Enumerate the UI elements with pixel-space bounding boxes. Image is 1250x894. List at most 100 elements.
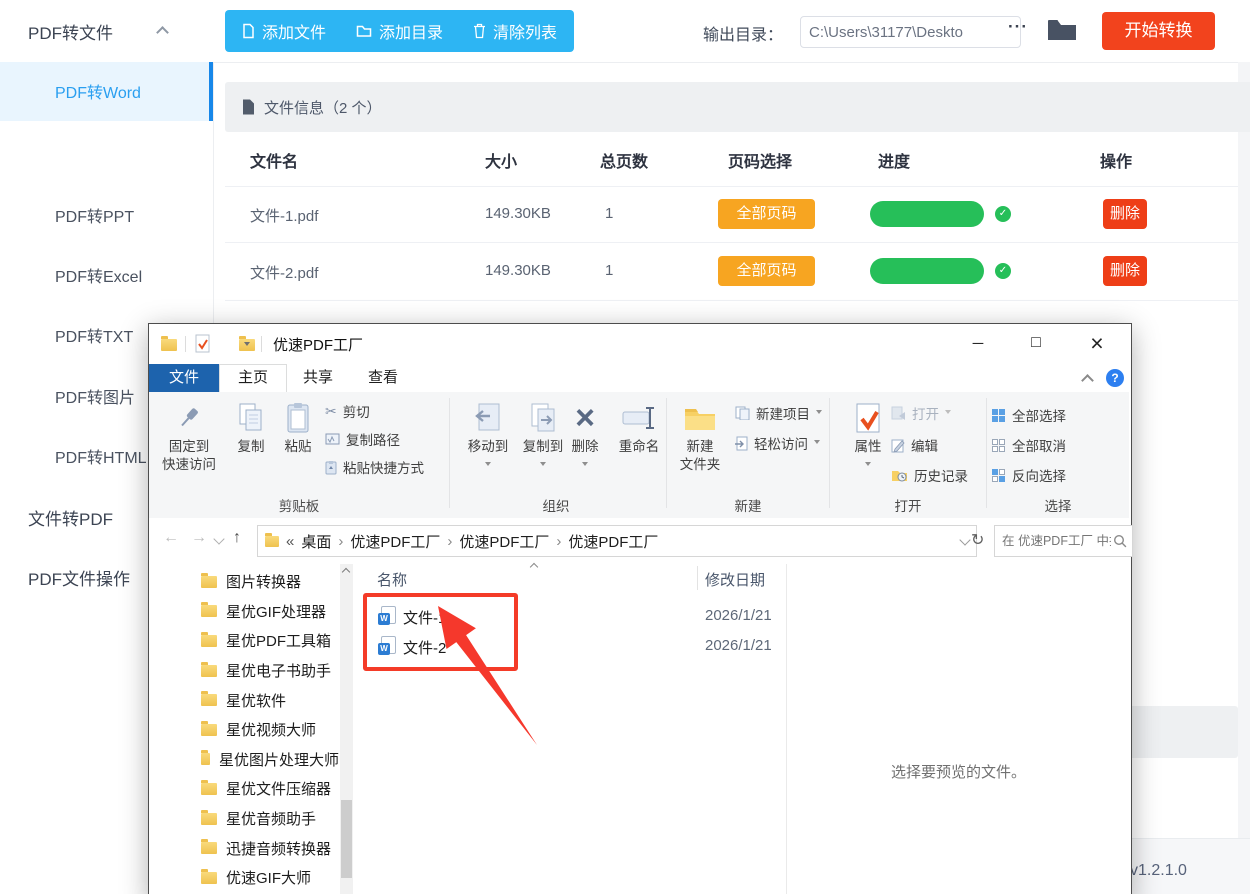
history-button[interactable]: 历史记录 <box>891 464 968 486</box>
properties-quickaccess-icon[interactable] <box>195 334 210 353</box>
delete-button[interactable]: 删除 <box>1103 256 1147 286</box>
rename-label: 重命名 <box>618 439 660 454</box>
delete-x-icon: × <box>575 399 595 437</box>
tree-item[interactable]: 星优音频助手 <box>149 804 339 834</box>
sidebar-group-file-to-pdf[interactable]: 文件转PDF <box>28 490 113 550</box>
paste-shortcut-button[interactable]: 粘贴快捷方式 <box>325 456 424 478</box>
pin-to-quickaccess-button[interactable]: 固定到 快速访问 <box>157 398 221 474</box>
new-item-label: 新建项目 <box>756 407 810 422</box>
explorer-titlebar[interactable]: 优速PDF工厂 ─ □ × <box>149 324 1129 364</box>
app-scrollbar[interactable] <box>1238 62 1250 838</box>
copy-icon <box>239 403 262 431</box>
tree-item[interactable]: 星优PDF工具箱 <box>149 626 339 656</box>
table-header-row: 文件名 大小 总页数 页码选择 进度 操作 <box>225 132 1238 187</box>
tree-item[interactable]: 星优文件压缩器 <box>149 774 339 804</box>
tree-item[interactable]: 星优视频大师 <box>149 715 339 745</box>
list-col-name[interactable]: 名称 <box>377 569 407 590</box>
edit-button[interactable]: 编辑 <box>891 434 938 456</box>
tree-item-label: 星优软件 <box>226 692 287 710</box>
breadcrumb-item[interactable]: 优速PDF工厂 <box>459 531 549 552</box>
breadcrumb-item[interactable]: 优速PDF工厂 <box>350 531 440 552</box>
address-input[interactable]: « 桌面 › 优速PDF工厂 › 优速PDF工厂 › 优速PDF工厂 <box>257 525 977 557</box>
open-icon <box>891 406 905 420</box>
tree-item[interactable]: 星优GIF处理器 <box>149 597 339 627</box>
col-pages: 总页数 <box>600 154 649 171</box>
add-folder-button[interactable]: 添加目录 <box>356 19 443 43</box>
breadcrumb-root[interactable]: 桌面 <box>301 531 331 552</box>
tree-item[interactable]: 星优电子书助手 <box>149 656 339 686</box>
tree-item[interactable]: 星优图片处理大师 <box>149 745 339 775</box>
maximize-button[interactable]: □ <box>1007 324 1065 364</box>
sidebar-item-pdf-to-excel[interactable]: PDF转Excel <box>55 248 142 308</box>
delete-button[interactable]: × 删除 <box>563 398 607 474</box>
copy-button[interactable]: 复制 <box>227 398 275 456</box>
sidebar-item-pdf-to-html[interactable]: PDF转HTML <box>55 429 147 489</box>
properties-button[interactable]: 属性 <box>839 398 897 474</box>
copy-path-button[interactable]: 复制路径 <box>325 428 400 450</box>
list-col-date[interactable]: 修改日期 <box>705 569 765 590</box>
tree-item[interactable]: 星优软件 <box>149 685 339 715</box>
page-select-button[interactable]: 全部页码 <box>718 199 815 229</box>
sidebar-item-pdf-to-image[interactable]: PDF转图片 <box>55 369 135 429</box>
group-open-label: 打开 <box>894 499 922 514</box>
invert-selection-label: 反向选择 <box>1012 469 1066 484</box>
select-all-button[interactable]: 全部选择 <box>991 404 1066 426</box>
folder-icon <box>201 720 217 736</box>
more-ellipsis-button[interactable]: ··· <box>1008 17 1028 37</box>
tree-scrollbar[interactable] <box>340 564 353 894</box>
sort-ascending-icon[interactable] <box>529 562 539 572</box>
move-to-button[interactable]: 移动到 <box>457 398 519 474</box>
tree-item[interactable]: 图片转换器 <box>149 567 339 597</box>
collapse-ribbon-icon[interactable] <box>1081 374 1094 387</box>
chevron-up-icon[interactable] <box>156 26 169 39</box>
tab-share[interactable]: 共享 <box>285 364 351 392</box>
recent-locations-icon[interactable] <box>213 533 225 545</box>
help-icon[interactable]: ? <box>1106 369 1124 387</box>
breadcrumb-item[interactable]: 优速PDF工厂 <box>568 531 658 552</box>
scrollbar-thumb[interactable] <box>341 800 352 878</box>
quickaccess-dropdown-icon[interactable] <box>244 342 250 349</box>
sidebar-item-pdf-to-txt[interactable]: PDF转TXT <box>55 308 133 368</box>
clear-list-button[interactable]: 清除列表 <box>473 19 557 43</box>
tab-view[interactable]: 查看 <box>351 364 415 392</box>
back-button[interactable]: ← <box>163 529 179 547</box>
sidebar-group-pdf-operations[interactable]: PDF文件操作 <box>28 550 130 610</box>
page-select-button[interactable]: 全部页码 <box>718 256 815 286</box>
rename-button[interactable]: 重命名 <box>611 398 667 456</box>
sidebar-item-pdf-to-word[interactable]: PDF转Word <box>0 62 213 121</box>
tree-item[interactable]: 优速GIF大师 <box>149 863 339 893</box>
trash-icon <box>474 23 486 39</box>
refresh-button[interactable]: ↻ <box>971 530 984 550</box>
search-box[interactable] <box>994 525 1133 557</box>
history-label: 历史记录 <box>914 469 968 484</box>
output-dir-input[interactable] <box>800 16 1021 48</box>
sidebar-header-label[interactable]: PDF转文件 <box>28 19 113 44</box>
forward-button[interactable]: → <box>191 529 207 547</box>
search-input[interactable] <box>1000 533 1113 549</box>
browse-folder-icon[interactable] <box>1046 17 1078 43</box>
select-none-button[interactable]: 全部取消 <box>991 434 1066 456</box>
up-button[interactable]: ↑ <box>233 529 241 547</box>
sidebar-item-pdf-to-ppt[interactable]: PDF转PPT <box>55 188 134 248</box>
delete-label: 删除 <box>571 439 599 454</box>
invert-selection-button[interactable]: 反向选择 <box>991 464 1066 486</box>
paste-button[interactable]: 粘贴 <box>275 398 321 456</box>
laquo[interactable]: « <box>286 533 294 550</box>
add-file-button[interactable]: 添加文件 <box>242 19 326 43</box>
address-dropdown-icon[interactable] <box>959 533 971 546</box>
open-button[interactable]: 打开 <box>891 402 951 424</box>
easy-access-button[interactable]: 轻松访问 <box>735 432 820 454</box>
delete-button[interactable]: 删除 <box>1103 199 1147 229</box>
new-item-button[interactable]: 新建项目 <box>735 402 822 424</box>
minimize-button[interactable]: ─ <box>949 324 1007 364</box>
tab-home[interactable]: 主页 <box>219 364 287 393</box>
tab-file[interactable]: 文件 <box>149 364 219 392</box>
scroll-up-icon[interactable] <box>341 567 351 577</box>
add-folder-label: 添加目录 <box>379 25 444 42</box>
column-divider[interactable] <box>697 566 698 590</box>
start-convert-button[interactable]: 开始转换 <box>1102 12 1215 50</box>
tree-item[interactable]: 迅捷音频转换器 <box>149 833 339 863</box>
close-button[interactable]: × <box>1065 324 1129 364</box>
new-folder-button[interactable]: 新建 文件夹 <box>669 398 731 474</box>
cut-button[interactable]: ✂ 剪切 <box>325 400 370 422</box>
